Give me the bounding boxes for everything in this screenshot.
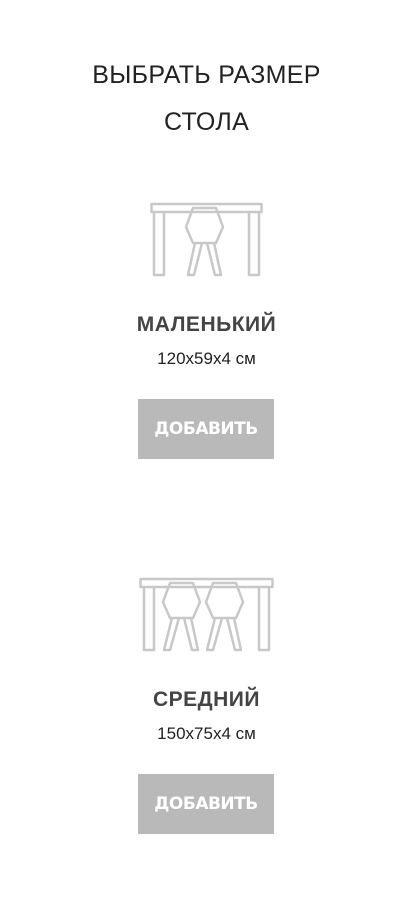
page-title-line-1: ВЫБРАТЬ РАЗМЕР [92, 61, 321, 89]
option-size-medium: 150x75x4 см [157, 724, 256, 743]
add-medium-table-button[interactable]: ДОБАВИТЬ [138, 774, 274, 834]
option-size-small: 120x59x4 см [157, 349, 256, 368]
page-title: ВЫБРАТЬ РАЗМЕР СТОЛА [0, 52, 413, 146]
table-option-medium[interactable]: СРЕДНИЙ 150x75x4 см ДОБАВИТЬ [0, 570, 413, 834]
table-option-small[interactable]: МАЛЕНЬКИЙ 120x59x4 см ДОБАВИТЬ [0, 195, 413, 459]
table-one-chair-icon [0, 195, 413, 285]
add-small-table-button[interactable]: ДОБАВИТЬ [138, 399, 274, 459]
option-name-medium: СРЕДНИЙ [153, 688, 260, 711]
table-two-chairs-icon [0, 570, 413, 660]
page-title-line-2: СТОЛА [163, 108, 250, 136]
option-name-small: МАЛЕНЬКИЙ [136, 313, 277, 336]
